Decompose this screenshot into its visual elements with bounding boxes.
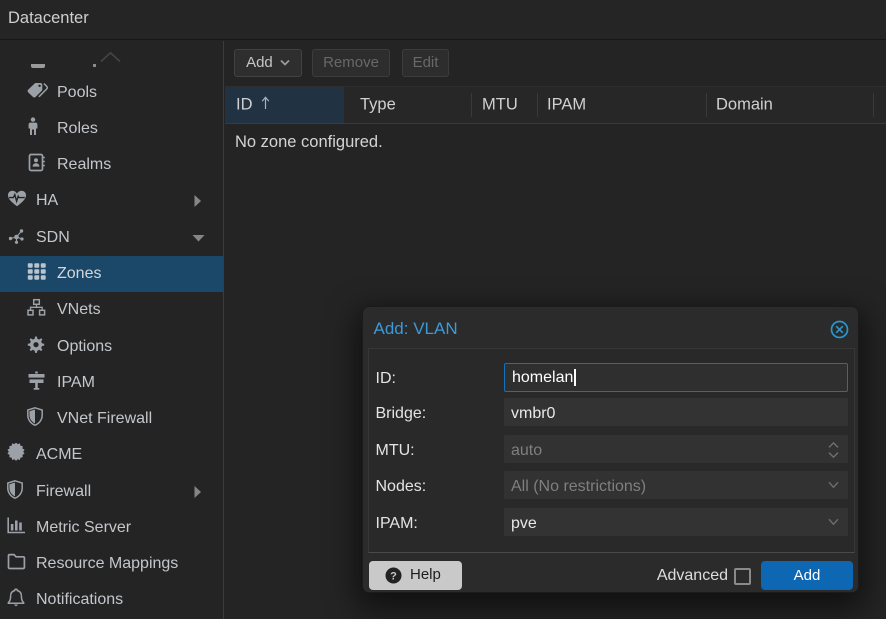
svg-text:?: ? bbox=[390, 571, 397, 583]
